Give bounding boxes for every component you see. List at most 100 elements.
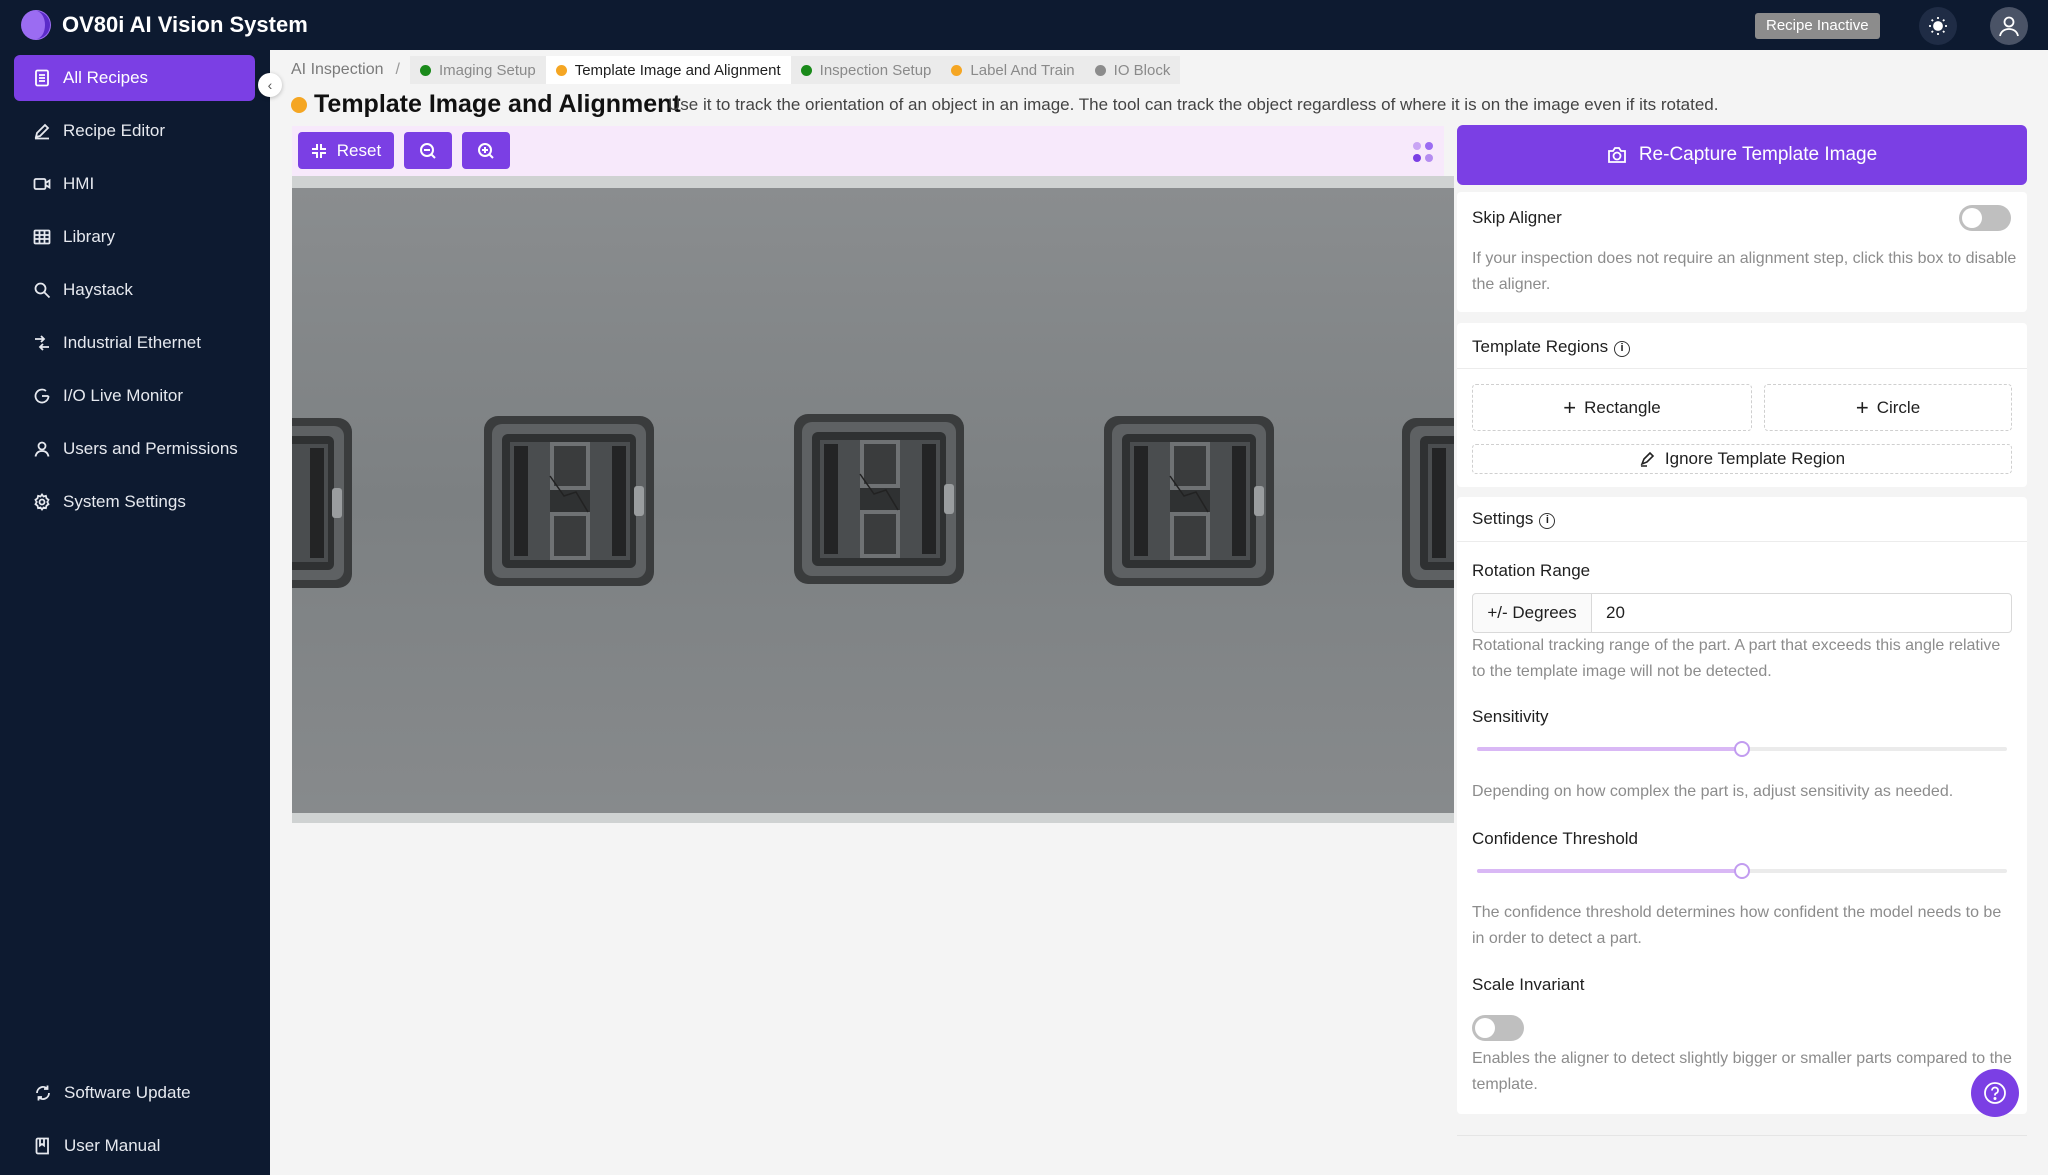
- plus-icon: +: [1563, 394, 1577, 420]
- scale-invariant-toggle[interactable]: [1472, 1015, 1524, 1041]
- zoom-out-button[interactable]: [404, 132, 452, 169]
- zoom-in-button[interactable]: [462, 132, 510, 169]
- theme-toggle-button[interactable]: [1919, 7, 1957, 45]
- sidebar-item-industrial-ethernet[interactable]: Industrial Ethernet: [14, 320, 255, 366]
- ignore-template-region-button[interactable]: Ignore Template Region: [1472, 444, 2012, 474]
- template-regions-title: Template Regions i: [1472, 337, 1631, 357]
- sidebar-item-users-and-permissions[interactable]: Users and Permissions: [14, 426, 255, 472]
- info-icon[interactable]: i: [1614, 341, 1631, 357]
- collapse-sidebar-button[interactable]: ‹: [258, 73, 282, 97]
- ignore-region-label: Ignore Template Region: [1664, 449, 1846, 468]
- camera-icon: [1607, 147, 1626, 163]
- sensitivity-label: Sensitivity: [1472, 707, 1549, 726]
- add-rectangle-button[interactable]: + Rectangle: [1472, 384, 1752, 431]
- breadcrumb: AI Inspection / Imaging Setup Template I…: [291, 56, 1181, 84]
- loading-dots-icon: [1413, 142, 1433, 162]
- highlighter-icon: [1640, 451, 1655, 467]
- step-tab-label: Inspection Setup: [819, 61, 932, 79]
- skip-aligner-card: Skip Aligner If your inspection does not…: [1457, 192, 2027, 312]
- sidebar-item-hmi[interactable]: HMI: [14, 161, 255, 207]
- status-dot: [951, 64, 963, 76]
- monitor-icon: [33, 387, 51, 405]
- settings-card: Settings i Rotation Range Rotational trac…: [1457, 497, 2027, 1114]
- page-description: Use it to track the orientation of an ob…: [668, 95, 1719, 114]
- sidebar-item-label: User Manual: [64, 1136, 161, 1155]
- breadcrumb-separator: /: [395, 61, 400, 78]
- chevron-left-icon: ‹: [267, 77, 273, 93]
- breadcrumb-root[interactable]: AI Inspection: [291, 61, 384, 79]
- sun-icon: [1929, 17, 1947, 35]
- image-toolbar: Reset: [292, 126, 1444, 176]
- step-tab-label: Template Image and Alignment: [574, 61, 781, 79]
- help-button[interactable]: [1971, 1069, 2019, 1117]
- table-icon: [33, 228, 51, 246]
- plus-icon: +: [1855, 394, 1869, 420]
- user-icon: [33, 440, 51, 458]
- step-tab-template-image-and-alignment[interactable]: Template Image and Alignment: [545, 56, 791, 84]
- confidence-threshold-label: Confidence Threshold: [1472, 829, 1639, 848]
- rectangle-label: Rectangle: [1584, 397, 1661, 417]
- circle-label: Circle: [1876, 397, 1921, 417]
- app-title: OV80i AI Vision System: [62, 12, 308, 37]
- divider: [1457, 368, 2027, 369]
- sidebar-item-label: Haystack: [63, 280, 133, 299]
- zoom-in-icon: [478, 142, 494, 159]
- step-tab-io-block[interactable]: IO Block: [1084, 56, 1181, 84]
- template-regions-card: Template Regions i + Rectangle + Circle I…: [1457, 323, 2027, 487]
- degrees-addon: +/- Degrees: [1472, 593, 1592, 633]
- step-tab-inspection-setup[interactable]: Inspection Setup: [790, 56, 942, 84]
- sidebar-item-library[interactable]: Library: [14, 214, 255, 260]
- sidebar-item-haystack[interactable]: Haystack: [14, 267, 255, 313]
- app-logo: [21, 10, 51, 40]
- toggle-knob: [1962, 208, 1982, 228]
- sidebar-item-label: Industrial Ethernet: [63, 333, 201, 352]
- shrink-icon: [311, 143, 326, 158]
- sidebar-item-label: HMI: [63, 174, 95, 193]
- sidebar-item-recipe-editor[interactable]: Recipe Editor: [14, 108, 255, 154]
- confidence-threshold-slider[interactable]: [1477, 863, 2007, 879]
- sidebar: All Recipes Recipe Editor HMI Library Ha…: [0, 50, 270, 1175]
- scale-invariant-hint: Enables the aligner to detect slightly b…: [1472, 1050, 2012, 1093]
- zoom-out-icon: [420, 142, 436, 159]
- page-status-dot: [291, 97, 307, 113]
- user-avatar-icon: [1999, 16, 2019, 37]
- info-icon[interactable]: i: [1539, 513, 1556, 529]
- sidebar-item-label: Users and Permissions: [63, 439, 238, 458]
- sidebar-item-system-settings[interactable]: System Settings: [14, 479, 255, 525]
- step-tab-label: IO Block: [1113, 61, 1171, 79]
- skip-aligner-toggle[interactable]: [1959, 205, 2011, 231]
- rotation-range-input[interactable]: 20: [1591, 593, 2012, 633]
- step-tab-imaging-setup[interactable]: Imaging Setup: [409, 56, 546, 84]
- toggle-knob: [1475, 1018, 1495, 1038]
- scale-invariant-label: Scale Invariant: [1472, 975, 1585, 994]
- sidebar-item-user-manual[interactable]: User Manual: [14, 1123, 255, 1169]
- user-menu-button[interactable]: [1990, 7, 2028, 45]
- confidence-threshold-hint: The confidence threshold determines how …: [1472, 904, 2002, 947]
- step-tab-label-and-train[interactable]: Label And Train: [941, 56, 1085, 84]
- reset-button[interactable]: Reset: [298, 132, 394, 169]
- slider-track: [1477, 747, 1742, 751]
- template-image: [292, 188, 1454, 813]
- help-icon: [1984, 1082, 2006, 1104]
- status-dot: [800, 64, 812, 76]
- sensitivity-slider[interactable]: [1477, 741, 2007, 757]
- template-image-canvas[interactable]: [292, 176, 1454, 823]
- slider-handle[interactable]: [1734, 741, 1750, 757]
- sidebar-item-all-recipes[interactable]: All Recipes: [14, 55, 255, 101]
- status-dot: [419, 64, 431, 76]
- add-circle-button[interactable]: + Circle: [1764, 384, 2012, 431]
- divider: [1457, 1135, 2027, 1136]
- sidebar-item-label: I/O Live Monitor: [63, 386, 183, 405]
- sidebar-item-software-update[interactable]: Software Update: [14, 1070, 255, 1116]
- video-icon: [33, 175, 51, 193]
- status-dot: [1094, 64, 1106, 76]
- sidebar-item-label: System Settings: [63, 492, 186, 511]
- rotation-range-label: Rotation Range: [1472, 561, 1591, 580]
- slider-handle[interactable]: [1734, 863, 1750, 879]
- rotation-range-hint: Rotational tracking range of the part. A…: [1472, 637, 2001, 680]
- network-icon: [33, 334, 51, 352]
- sidebar-item-io-live-monitor[interactable]: I/O Live Monitor: [14, 373, 255, 419]
- sensitivity-hint: Depending on how complex the part is, ad…: [1472, 783, 1954, 800]
- sidebar-item-label: Library: [63, 227, 115, 246]
- recapture-template-button[interactable]: Re-Capture Template Image: [1457, 125, 2027, 185]
